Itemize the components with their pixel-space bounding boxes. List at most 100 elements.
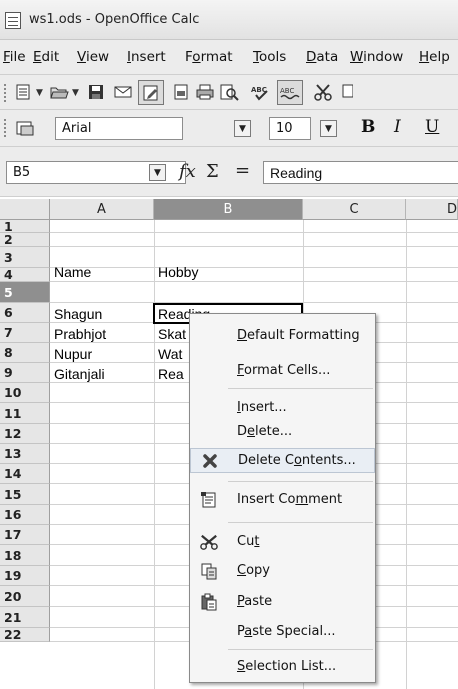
row-header-10[interactable]: 10 <box>0 383 50 403</box>
font-name-input[interactable]: Arial <box>55 117 183 140</box>
name-box-dropdown-icon[interactable]: ▼ <box>149 164 166 181</box>
cell-a7[interactable]: Nupur <box>51 344 154 364</box>
menu-item-format-cells[interactable]: Format Cells... <box>190 359 375 384</box>
menu-item-delete-contents[interactable]: Delete Contents... <box>190 448 375 473</box>
row-header-13[interactable]: 13 <box>0 444 50 464</box>
row-header-17[interactable]: 17 <box>0 525 50 545</box>
row-header-22[interactable]: 22 <box>0 628 50 642</box>
row-header-19[interactable]: 19 <box>0 566 50 586</box>
menu-insert[interactable]: Insert <box>127 49 166 65</box>
italic-button[interactable]: I <box>394 117 401 137</box>
toolbar-grip[interactable] <box>4 119 7 137</box>
column-header-c[interactable]: C <box>303 199 406 220</box>
row-header-9[interactable]: 9 <box>0 363 50 383</box>
cell-b3[interactable]: Hobby <box>155 262 303 282</box>
menu-item-default-formatting[interactable]: Default Formatting <box>190 324 375 349</box>
font-size-dropdown-icon[interactable]: ▼ <box>320 120 337 137</box>
title-bar: ws1.ods - OpenOffice Calc <box>0 0 458 40</box>
open-dropdown-arrow-icon[interactable]: ▼ <box>72 88 79 98</box>
bold-button[interactable]: B <box>361 117 375 137</box>
standard-toolbar: ▼ ▼ ABC ABC <box>0 75 458 110</box>
context-menu: Default Formatting Format Cells... Inser… <box>189 313 376 683</box>
sum-icon[interactable]: Σ <box>206 161 219 182</box>
menu-item-paste[interactable]: Paste <box>190 590 375 615</box>
cell-b7[interactable]: Wat <box>155 344 189 364</box>
row-header-8[interactable]: 8 <box>0 343 50 363</box>
styles-formatting-icon[interactable] <box>14 117 36 139</box>
column-header-b[interactable]: B <box>154 199 303 220</box>
menu-edit[interactable]: Edit <box>33 49 59 65</box>
calc-app-icon <box>5 12 21 29</box>
menu-tools[interactable]: Tools <box>253 49 286 65</box>
spellcheck-icon[interactable]: ABC <box>250 81 272 103</box>
delete-contents-icon <box>201 452 219 470</box>
menu-item-delete[interactable]: Delete... <box>190 420 375 445</box>
copy-icon <box>200 562 218 580</box>
row-header-6[interactable]: 6 <box>0 303 50 323</box>
open-folder-icon[interactable] <box>48 81 70 103</box>
font-name-dropdown-icon[interactable]: ▼ <box>234 120 251 137</box>
underline-button[interactable]: U <box>425 117 439 137</box>
row-gridline <box>50 232 458 233</box>
menu-item-insert-comment[interactable]: Insert Comment <box>190 488 375 513</box>
menu-data[interactable]: Data <box>306 49 338 65</box>
row-header-21[interactable]: 21 <box>0 607 50 628</box>
page-preview-icon[interactable] <box>218 81 240 103</box>
insert-comment-icon <box>200 491 218 509</box>
select-all-corner[interactable] <box>0 199 50 220</box>
formula-bar: B5 ▼ fx Σ = Reading <box>0 147 458 197</box>
menu-item-insert[interactable]: Insert... <box>190 396 375 421</box>
menu-separator <box>228 522 373 523</box>
menu-separator <box>228 481 373 482</box>
row-header-20[interactable]: 20 <box>0 586 50 607</box>
menu-item-selection-list[interactable]: Selection List... <box>190 655 375 680</box>
formatting-toolbar: Arial ▼ 10 ▼ <box>0 110 458 147</box>
email-document-icon[interactable] <box>112 81 134 103</box>
row-header-14[interactable]: 14 <box>0 464 50 484</box>
row-header-16[interactable]: 16 <box>0 505 50 525</box>
new-document-icon[interactable] <box>12 81 34 103</box>
menu-item-paste-special[interactable]: Paste Special... <box>190 620 375 645</box>
cell-a3[interactable]: Name <box>51 262 154 282</box>
cut-toolbar-icon[interactable] <box>312 81 334 103</box>
copy-toolbar-icon[interactable] <box>336 81 358 103</box>
row-header-11[interactable]: 11 <box>0 403 50 424</box>
menu-separator <box>228 649 373 650</box>
menu-separator <box>228 388 373 389</box>
row-header-15[interactable]: 15 <box>0 484 50 505</box>
column-header-a[interactable]: A <box>50 199 154 220</box>
row-header-4[interactable]: 4 <box>0 268 50 282</box>
autospellcheck-icon[interactable]: ABC <box>277 80 303 105</box>
edit-file-icon[interactable] <box>138 80 164 105</box>
cell-b6[interactable]: Skat <box>155 324 189 344</box>
menu-file[interactable]: File <box>3 49 26 65</box>
print-icon[interactable] <box>194 81 216 103</box>
row-header-7[interactable]: 7 <box>0 323 50 343</box>
column-header-d[interactable]: D <box>406 199 458 220</box>
cell-a8[interactable]: Gitanjali <box>51 364 154 384</box>
menu-window[interactable]: Window <box>350 49 403 65</box>
menu-view[interactable]: View <box>77 49 109 65</box>
new-dropdown-arrow-icon[interactable]: ▼ <box>36 88 43 98</box>
row-header-12[interactable]: 12 <box>0 424 50 444</box>
font-size-input[interactable]: 10 <box>269 117 311 140</box>
row-header-2[interactable]: 2 <box>0 233 50 247</box>
cell-a6[interactable]: Prabhjot <box>51 324 154 344</box>
row-header-5[interactable]: 5 <box>0 282 50 303</box>
function-equals-icon[interactable]: = <box>235 160 250 181</box>
row-header-3[interactable]: 3 <box>0 247 50 268</box>
export-pdf-icon[interactable] <box>170 81 192 103</box>
menu-format[interactable]: Format <box>185 49 233 65</box>
row-header-18[interactable]: 18 <box>0 545 50 566</box>
window-title: ws1.ods - OpenOffice Calc <box>29 12 200 27</box>
cell-a5[interactable]: Shagun <box>51 304 154 324</box>
menu-item-copy[interactable]: Copy <box>190 559 375 584</box>
menu-item-cut[interactable]: Cut <box>190 530 375 555</box>
toolbar-grip[interactable] <box>4 84 7 102</box>
formula-input[interactable]: Reading <box>263 161 458 184</box>
menu-help[interactable]: Help <box>419 49 450 65</box>
cell-b8[interactable]: Rea <box>155 364 189 384</box>
function-wizard-icon[interactable]: fx <box>179 161 196 182</box>
menu-bar: File Edit View Insert Format Tools Data … <box>0 40 458 75</box>
save-icon[interactable] <box>85 81 107 103</box>
